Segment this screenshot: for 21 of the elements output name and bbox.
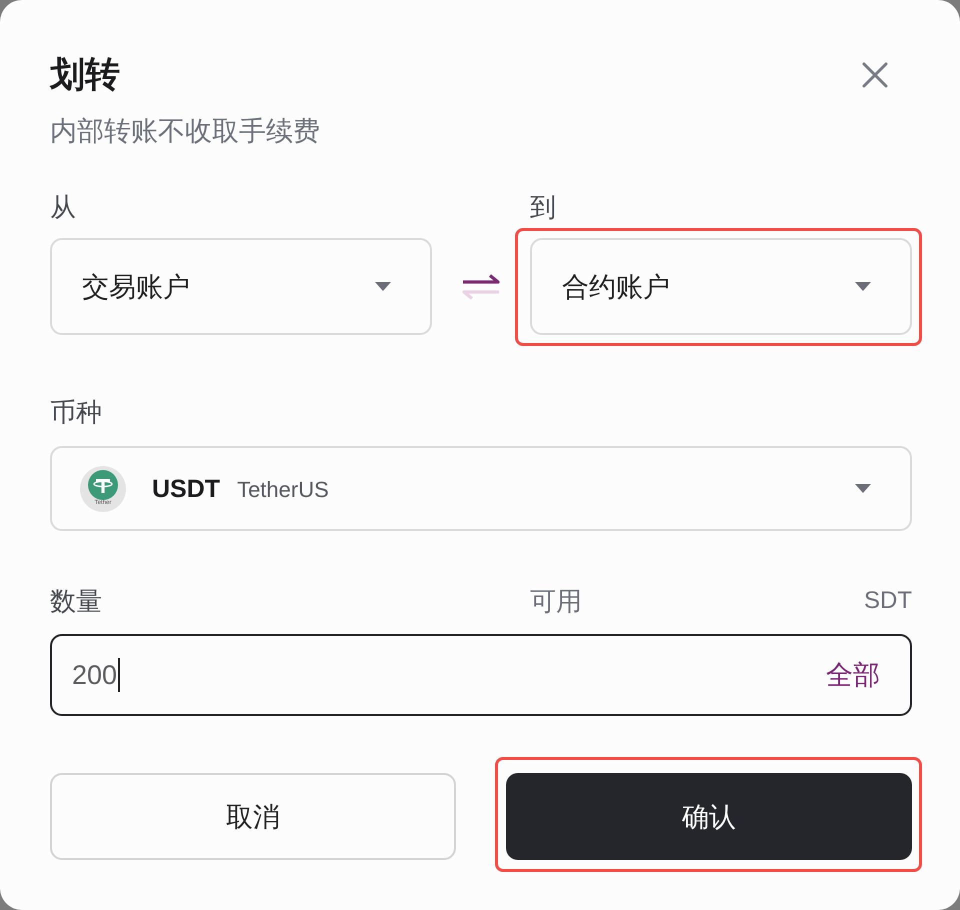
amount-input[interactable]: 200 全部 (50, 634, 912, 716)
dialog-title: 划转 (50, 55, 120, 95)
field-label: 币种 (50, 396, 102, 429)
caret-down-icon (375, 282, 391, 292)
max-amount-button[interactable]: 全部 (826, 657, 880, 693)
field-label: 到 (530, 191, 556, 224)
confirm-button[interactable]: 确认 (506, 773, 912, 860)
field-label: 数量 (50, 585, 102, 618)
text-cursor-icon (118, 658, 120, 692)
tether-coin-icon (88, 470, 118, 500)
available-balance: SDT (864, 586, 912, 616)
close-button[interactable] (862, 62, 888, 88)
account-select[interactable]: 交易账户 (50, 238, 432, 335)
caret-down-icon (855, 282, 871, 292)
close-icon (862, 62, 888, 88)
dialog-subtitle: 内部转账不收取手续费 (50, 115, 320, 148)
field-label: 从 (50, 191, 76, 224)
cancel-button[interactable]: 取消 (50, 773, 456, 860)
caret-down-icon (855, 484, 871, 494)
available-label: 可用 (530, 585, 582, 618)
account-select[interactable]: 合约账户 (530, 238, 912, 335)
